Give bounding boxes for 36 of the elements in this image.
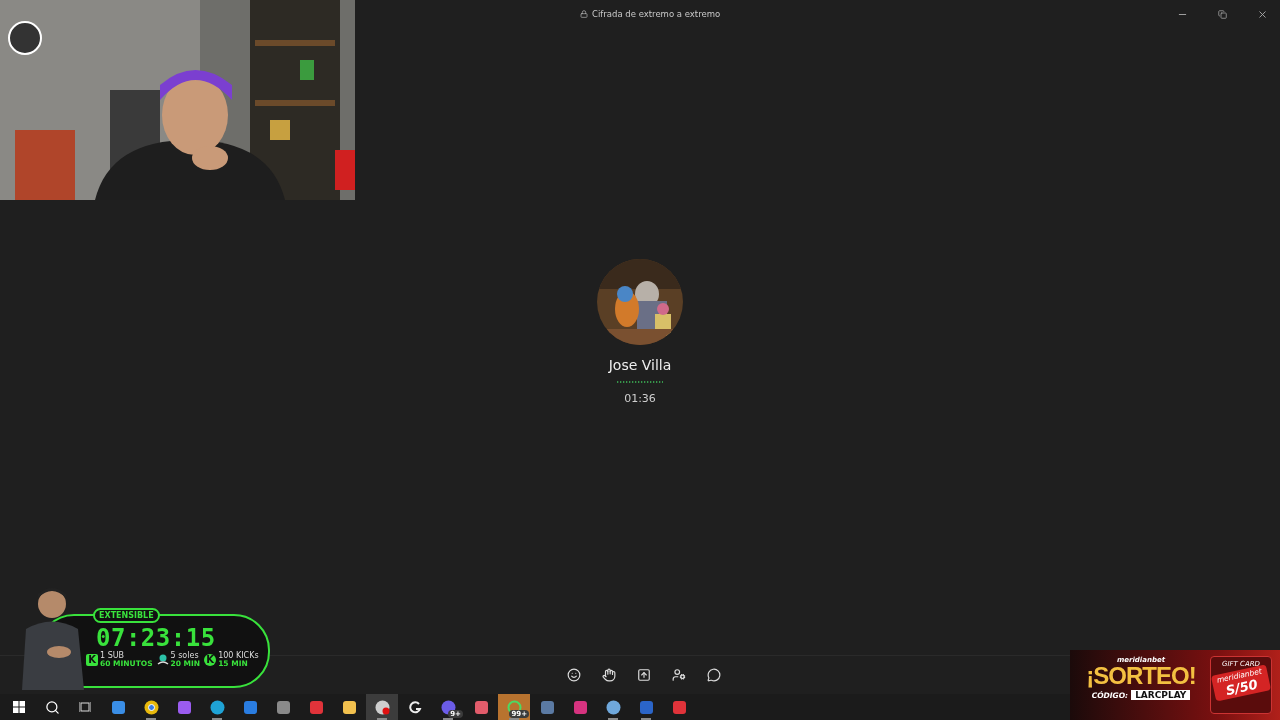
emoji-button[interactable] [567, 668, 581, 682]
calling-dots-icon [617, 380, 663, 383]
running-indicator [641, 718, 651, 720]
lock-icon [580, 10, 588, 18]
running-indicator [146, 718, 156, 720]
reward-label: 5 soles [170, 652, 200, 660]
restore-icon[interactable] [1217, 9, 1227, 19]
windows-icon[interactable] [13, 701, 25, 713]
app-icon[interactable] [374, 699, 390, 715]
app-icon[interactable] [209, 699, 225, 715]
running-indicator [509, 718, 519, 720]
running-indicator [443, 718, 453, 720]
raise-hand-button[interactable] [602, 668, 616, 682]
add-participant-button[interactable] [672, 668, 686, 682]
app-icon[interactable] [341, 699, 357, 715]
kick-logo: K [86, 653, 98, 666]
app-icon[interactable] [605, 699, 621, 715]
contact-name: Jose Villa [608, 356, 672, 373]
running-indicator [608, 718, 618, 720]
promo-code: LARCPLAY [1131, 690, 1191, 700]
window-title: Cifrada de extremo a extremo [592, 9, 722, 19]
running-indicator [377, 718, 387, 720]
countdown-timer: 07:23:15 [96, 624, 217, 652]
kick-logo: K [204, 653, 217, 666]
share-screen-button[interactable] [637, 668, 651, 682]
chat-button[interactable] [707, 668, 721, 682]
close-icon[interactable] [1256, 8, 1268, 20]
extensible-badge: EXTENSIBLE [93, 608, 160, 623]
reward-label: 1 SUB [100, 652, 126, 660]
task-view-icon[interactable] [79, 701, 91, 713]
running-indicator [212, 718, 222, 720]
reward-label: 100 KICKs [218, 652, 259, 660]
promo-headline: ¡SORTEO! [1086, 664, 1196, 688]
app-icon[interactable] [143, 699, 159, 715]
call-timer: 01:36 [624, 391, 656, 405]
search-icon[interactable] [44, 699, 60, 715]
